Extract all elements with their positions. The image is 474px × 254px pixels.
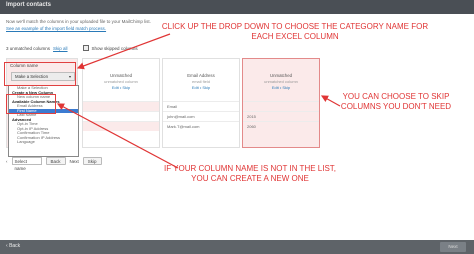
back-button[interactable]: Back (45, 157, 66, 165)
select-name-field[interactable]: Select name (11, 157, 42, 171)
footer-back-label: Back (9, 243, 21, 249)
skip-button[interactable]: Skip (82, 157, 102, 165)
footer-next-button[interactable]: Next (440, 242, 466, 252)
chevron-left-icon[interactable]: ‹ (6, 159, 8, 164)
next-link[interactable]: Next (70, 159, 79, 164)
footer-bar: ‹ Back Next (0, 240, 474, 254)
footer-back-link[interactable]: ‹ Back (6, 243, 20, 249)
navigation-row: ‹ Select name Back Next Skip (6, 156, 102, 171)
annotation-arrows (56, 33, 341, 169)
